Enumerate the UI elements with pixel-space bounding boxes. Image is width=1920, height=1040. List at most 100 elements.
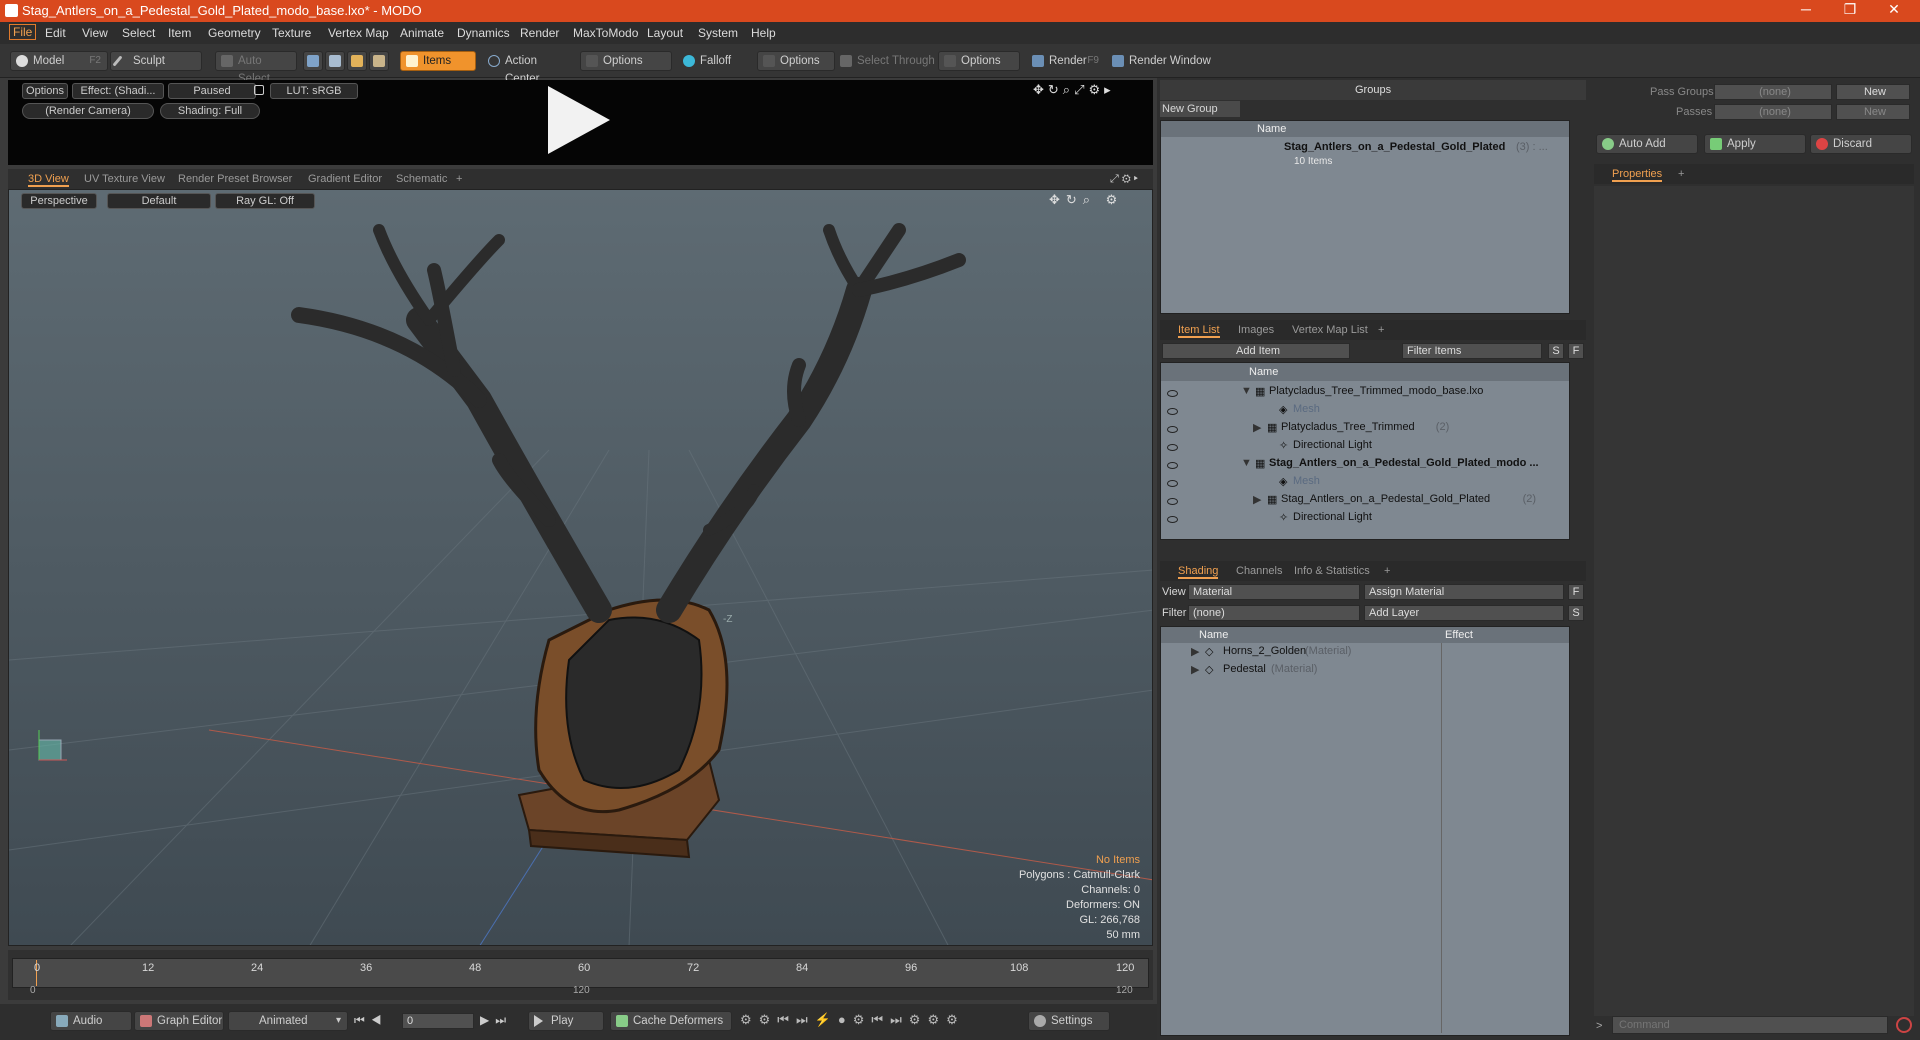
item-list-s-button[interactable]: S [1548, 343, 1564, 359]
add-item-list-tab-button[interactable]: + [1378, 324, 1384, 336]
materials-mode-button[interactable] [369, 51, 389, 71]
falloff-options-button[interactable]: Options [757, 51, 835, 71]
tab-channels[interactable]: Channels [1236, 565, 1282, 577]
menu-layout[interactable]: Layout [647, 26, 683, 40]
vertices-mode-button[interactable] [303, 51, 323, 71]
frame-forward-controls-icon[interactable]: ▶⏭ [480, 1013, 512, 1028]
restore-icon[interactable]: ❐ [1830, 1, 1870, 18]
visibility-eye-icon[interactable] [1167, 390, 1178, 397]
settings-button[interactable]: Settings [1028, 1011, 1110, 1031]
tab-schematic[interactable]: Schematic [396, 173, 447, 185]
visibility-eye-icon[interactable] [1167, 426, 1178, 433]
render-paused-button[interactable]: Paused [168, 83, 256, 99]
tab-3d-view[interactable]: 3D View [28, 173, 69, 187]
auto-add-button[interactable]: Auto Add [1596, 134, 1698, 154]
stop-command-icon[interactable] [1896, 1017, 1912, 1033]
filter-items-input[interactable]: Filter Items [1402, 343, 1542, 359]
expand-arrow-icon[interactable]: ▶ [1191, 645, 1199, 658]
menu-item[interactable]: Item [168, 26, 191, 40]
menu-render[interactable]: Render [520, 26, 559, 40]
tab-render-preset-browser[interactable]: Render Preset Browser [178, 173, 292, 185]
lock-icon[interactable] [254, 85, 264, 95]
new-pass-button[interactable]: New [1836, 104, 1910, 120]
add-item-dropdown[interactable]: Add Item [1162, 343, 1350, 359]
close-icon[interactable]: ✕ [1874, 1, 1914, 18]
menu-select[interactable]: Select [122, 26, 155, 40]
animated-dropdown[interactable]: Animated ▾ [228, 1011, 348, 1031]
render-camera-dropdown[interactable]: (Render Camera) [22, 103, 154, 119]
expand-arrow-icon[interactable]: ▼ [1241, 457, 1252, 469]
tab-item-list[interactable]: Item List [1178, 324, 1220, 338]
item-row[interactable]: ✧ Directional Light [1161, 511, 1569, 529]
add-layer-dropdown[interactable]: Add Layer [1364, 605, 1564, 621]
auto-select-button[interactable]: Auto Select [215, 51, 297, 85]
visibility-eye-icon[interactable] [1167, 498, 1178, 505]
action-center-button[interactable]: Action Center [482, 51, 574, 85]
menu-geometry[interactable]: Geometry [208, 26, 261, 40]
add-properties-tab-button[interactable]: + [1678, 168, 1684, 180]
item-row[interactable]: ▶ ▦ Stag_Antlers_on_a_Pedestal_Gold_Plated… [1161, 493, 1569, 511]
menu-dynamics[interactable]: Dynamics [457, 26, 510, 40]
render-effect-dropdown[interactable]: Effect: (Shadi... [72, 83, 164, 99]
audio-button[interactable]: Audio [50, 1011, 132, 1031]
item-row[interactable]: ◈ Mesh [1161, 475, 1569, 493]
add-shading-tab-button[interactable]: + [1384, 565, 1390, 577]
render-options-button[interactable]: Options [22, 83, 68, 99]
expand-icon[interactable]: ⤢ ⚙ ▸ [1110, 173, 1138, 186]
item-row[interactable]: ▼ ▦ Stag_Antlers_on_a_Pedestal_Gold_Plated… [1161, 457, 1569, 475]
shading-s-button[interactable]: S [1568, 605, 1584, 621]
sculpt-mode-button[interactable]: Sculpt [110, 51, 202, 71]
menu-maxtomodo[interactable]: MaxToModo [573, 26, 638, 40]
3d-viewport[interactable]: Perspective Default Ray GL: Off ✥↻⌕ ⚙ -Z [8, 189, 1153, 946]
discard-button[interactable]: Discard [1810, 134, 1912, 154]
visibility-eye-icon[interactable] [1167, 462, 1178, 469]
shading-f-button[interactable]: F [1568, 584, 1584, 600]
select-through-options-button[interactable]: Options [938, 51, 1020, 71]
new-group-button[interactable]: New Group [1160, 101, 1240, 117]
expand-arrow-icon[interactable]: ▶ [1191, 663, 1199, 676]
visibility-eye-icon[interactable] [1167, 480, 1178, 487]
menu-file[interactable]: File [9, 24, 37, 40]
minimize-icon[interactable]: ─ [1786, 1, 1826, 17]
add-tab-button[interactable]: + [456, 173, 462, 185]
item-list-f-button[interactable]: F [1568, 343, 1584, 359]
item-row[interactable]: ◈ Mesh [1161, 403, 1569, 421]
tab-vertex-map-list[interactable]: Vertex Map List [1292, 324, 1368, 336]
visibility-eye-icon[interactable] [1167, 408, 1178, 415]
key-tools-icon[interactable]: ⚙⚙⏮⏭⚡●⚙⏮⏭⚙⚙⚙ [740, 1012, 965, 1028]
falloff-button[interactable]: Falloff [677, 51, 755, 71]
menu-texture[interactable]: Texture [272, 26, 311, 40]
expand-arrow-icon[interactable]: ▶ [1253, 421, 1261, 434]
range-end[interactable]: 120 [1116, 985, 1133, 996]
menu-vertex-map[interactable]: Vertex Map [328, 26, 389, 40]
shading-filter-dropdown[interactable]: (none) [1188, 605, 1360, 621]
item-row[interactable]: ▼ ▦ Platycladus_Tree_Trimmed_modo_base.lxo [1161, 385, 1569, 403]
expand-arrow-icon[interactable]: ▶ [1253, 493, 1261, 506]
visibility-eye-icon[interactable] [1167, 516, 1178, 523]
polygons-mode-button[interactable] [347, 51, 367, 71]
tab-gradient-editor[interactable]: Gradient Editor [308, 173, 382, 185]
view-material-dropdown[interactable]: Material [1188, 584, 1360, 600]
menu-system[interactable]: System [698, 26, 738, 40]
model-mode-button[interactable]: Model F2 [10, 51, 108, 71]
tab-properties[interactable]: Properties [1612, 168, 1663, 182]
new-pass-group-button[interactable]: New [1836, 84, 1910, 100]
render-window-button[interactable]: Render Window [1106, 51, 1212, 71]
passes-dropdown[interactable]: (none) [1714, 104, 1832, 120]
item-row[interactable]: ▶ ▦ Platycladus_Tree_Trimmed (2) [1161, 421, 1569, 439]
tab-shading[interactable]: Shading [1178, 565, 1219, 579]
tab-images[interactable]: Images [1238, 324, 1274, 336]
tab-info-statistics[interactable]: Info & Statistics [1294, 565, 1370, 577]
shader-row-horns[interactable]: ▶ ◇ Horns_2_Golden (Material) [1161, 645, 1569, 663]
frame-input[interactable]: 0 [402, 1013, 474, 1029]
menu-view[interactable]: View [82, 26, 108, 40]
play-render-icon[interactable] [548, 86, 610, 154]
command-input[interactable] [1612, 1016, 1888, 1034]
edges-mode-button[interactable] [325, 51, 345, 71]
play-button[interactable]: Play [528, 1011, 604, 1031]
shader-row-pedestal[interactable]: ▶ ◇ Pedestal (Material) [1161, 663, 1569, 681]
graph-editor-button[interactable]: Graph Editor [134, 1011, 224, 1031]
visibility-eye-icon[interactable] [1167, 444, 1178, 451]
tab-uv-texture-view[interactable]: UV Texture View [84, 173, 165, 185]
assign-material-button[interactable]: Assign Material [1364, 584, 1564, 600]
